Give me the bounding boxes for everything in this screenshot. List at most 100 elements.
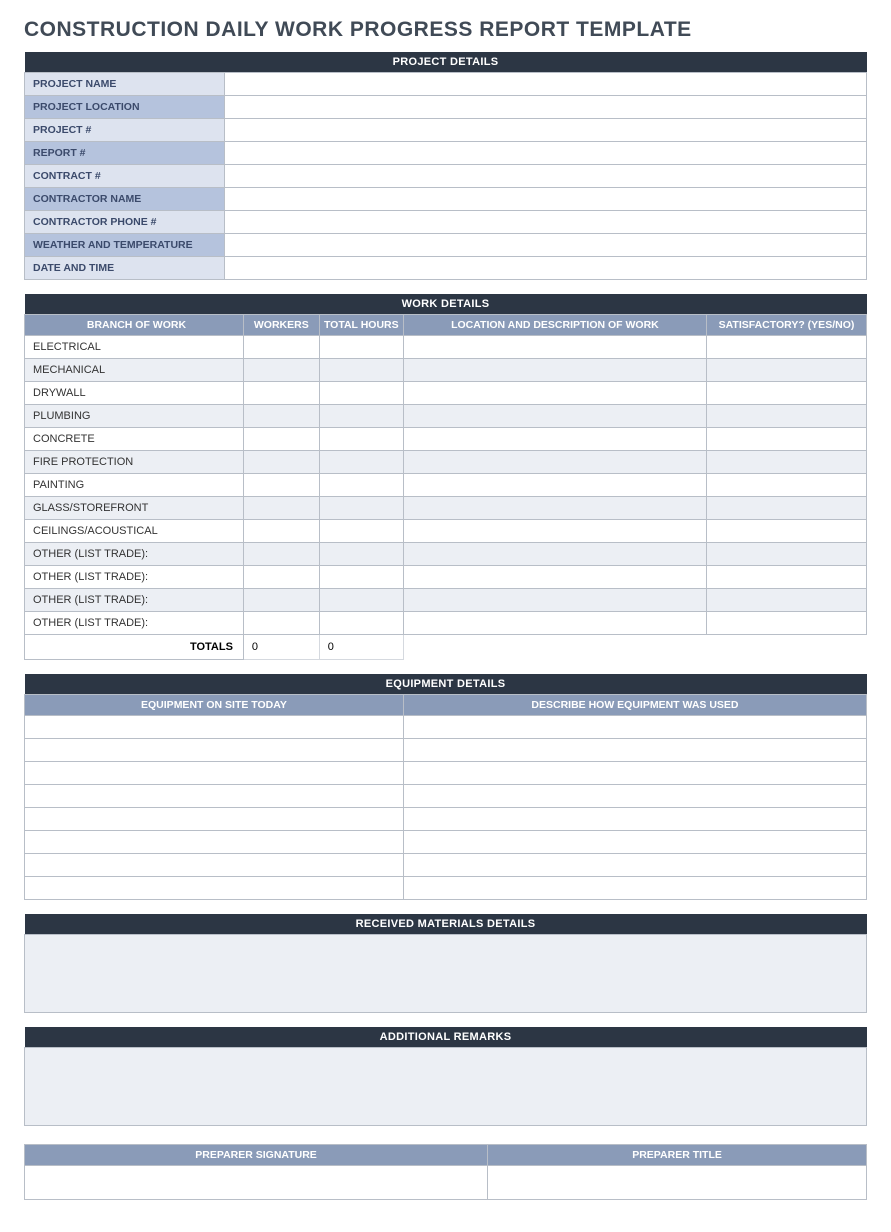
- equip-describe-cell[interactable]: [403, 854, 866, 877]
- work-cell-location[interactable]: [403, 497, 706, 520]
- work-cell-location[interactable]: [403, 612, 706, 635]
- project-field-value[interactable]: [225, 73, 867, 96]
- preparer-title-field[interactable]: [488, 1166, 867, 1200]
- table-row: OTHER (LIST TRADE):: [25, 566, 867, 589]
- work-cell-branch: CONCRETE: [25, 428, 244, 451]
- project-field-value[interactable]: [225, 257, 867, 280]
- work-cell-hours[interactable]: [319, 566, 403, 589]
- work-cell-location[interactable]: [403, 428, 706, 451]
- work-cell-workers[interactable]: [243, 451, 319, 474]
- work-cell-workers[interactable]: [243, 474, 319, 497]
- work-cell-satisfactory[interactable]: [707, 612, 867, 635]
- work-cell-workers[interactable]: [243, 428, 319, 451]
- work-cell-satisfactory[interactable]: [707, 405, 867, 428]
- work-cell-location[interactable]: [403, 589, 706, 612]
- work-cell-location[interactable]: [403, 405, 706, 428]
- work-cell-branch: OTHER (LIST TRADE):: [25, 612, 244, 635]
- work-cell-location[interactable]: [403, 520, 706, 543]
- equip-describe-cell[interactable]: [403, 762, 866, 785]
- table-row: FIRE PROTECTION: [25, 451, 867, 474]
- equip-onsite-cell[interactable]: [25, 854, 404, 877]
- work-cell-satisfactory[interactable]: [707, 451, 867, 474]
- work-cell-workers[interactable]: [243, 612, 319, 635]
- project-field-value[interactable]: [225, 119, 867, 142]
- project-field-value[interactable]: [225, 142, 867, 165]
- signature-table: PREPARER SIGNATURE PREPARER TITLE: [24, 1144, 867, 1200]
- work-cell-workers[interactable]: [243, 336, 319, 359]
- work-cell-satisfactory[interactable]: [707, 359, 867, 382]
- work-cell-hours[interactable]: [319, 359, 403, 382]
- work-cell-hours[interactable]: [319, 382, 403, 405]
- equip-col-describe: DESCRIBE HOW EQUIPMENT WAS USED: [403, 695, 866, 716]
- preparer-title-header: PREPARER TITLE: [488, 1145, 867, 1166]
- work-cell-hours[interactable]: [319, 451, 403, 474]
- project-field-label: CONTRACTOR PHONE #: [25, 211, 225, 234]
- preparer-signature-field[interactable]: [25, 1166, 488, 1200]
- equip-describe-cell[interactable]: [403, 785, 866, 808]
- work-cell-hours[interactable]: [319, 428, 403, 451]
- project-field-value[interactable]: [225, 165, 867, 188]
- work-cell-workers[interactable]: [243, 543, 319, 566]
- work-cell-location[interactable]: [403, 474, 706, 497]
- work-cell-hours[interactable]: [319, 405, 403, 428]
- work-cell-satisfactory[interactable]: [707, 497, 867, 520]
- work-cell-satisfactory[interactable]: [707, 382, 867, 405]
- equip-describe-cell[interactable]: [403, 716, 866, 739]
- work-cell-hours[interactable]: [319, 336, 403, 359]
- equip-onsite-cell[interactable]: [25, 785, 404, 808]
- totals-hours: 0: [319, 635, 403, 660]
- work-cell-location[interactable]: [403, 543, 706, 566]
- work-cell-workers[interactable]: [243, 497, 319, 520]
- work-cell-branch: OTHER (LIST TRADE):: [25, 589, 244, 612]
- additional-remarks-field[interactable]: [25, 1048, 867, 1126]
- equip-onsite-cell[interactable]: [25, 808, 404, 831]
- equip-onsite-cell[interactable]: [25, 762, 404, 785]
- work-cell-satisfactory[interactable]: [707, 566, 867, 589]
- table-row: [25, 716, 867, 739]
- equip-onsite-cell[interactable]: [25, 716, 404, 739]
- work-cell-workers[interactable]: [243, 589, 319, 612]
- work-details-header: WORK DETAILS: [25, 294, 867, 315]
- work-cell-satisfactory[interactable]: [707, 474, 867, 497]
- work-cell-location[interactable]: [403, 382, 706, 405]
- work-cell-hours[interactable]: [319, 474, 403, 497]
- table-row: CEILINGS/ACOUSTICAL: [25, 520, 867, 543]
- work-cell-workers[interactable]: [243, 405, 319, 428]
- work-col-header: SATISFACTORY? (YES/NO): [707, 315, 867, 336]
- work-cell-location[interactable]: [403, 566, 706, 589]
- work-cell-satisfactory[interactable]: [707, 428, 867, 451]
- project-field-value[interactable]: [225, 96, 867, 119]
- received-materials-table: RECEIVED MATERIALS DETAILS: [24, 914, 867, 1013]
- equip-col-onsite: EQUIPMENT ON SITE TODAY: [25, 695, 404, 716]
- work-cell-workers[interactable]: [243, 359, 319, 382]
- equip-describe-cell[interactable]: [403, 831, 866, 854]
- table-row: OTHER (LIST TRADE):: [25, 543, 867, 566]
- table-row: PAINTING: [25, 474, 867, 497]
- project-field-value[interactable]: [225, 211, 867, 234]
- project-field-value[interactable]: [225, 188, 867, 211]
- equip-describe-cell[interactable]: [403, 877, 866, 900]
- project-field-value[interactable]: [225, 234, 867, 257]
- work-cell-hours[interactable]: [319, 497, 403, 520]
- work-cell-satisfactory[interactable]: [707, 336, 867, 359]
- equip-onsite-cell[interactable]: [25, 831, 404, 854]
- work-cell-hours[interactable]: [319, 520, 403, 543]
- work-cell-hours[interactable]: [319, 612, 403, 635]
- work-cell-hours[interactable]: [319, 589, 403, 612]
- work-cell-satisfactory[interactable]: [707, 543, 867, 566]
- equip-describe-cell[interactable]: [403, 808, 866, 831]
- equip-onsite-cell[interactable]: [25, 877, 404, 900]
- received-materials-field[interactable]: [25, 935, 867, 1013]
- equip-describe-cell[interactable]: [403, 739, 866, 762]
- work-cell-workers[interactable]: [243, 520, 319, 543]
- equip-onsite-cell[interactable]: [25, 739, 404, 762]
- work-cell-location[interactable]: [403, 359, 706, 382]
- work-cell-satisfactory[interactable]: [707, 520, 867, 543]
- work-cell-location[interactable]: [403, 336, 706, 359]
- work-cell-location[interactable]: [403, 451, 706, 474]
- project-field-label: REPORT #: [25, 142, 225, 165]
- work-cell-hours[interactable]: [319, 543, 403, 566]
- work-cell-workers[interactable]: [243, 382, 319, 405]
- work-cell-satisfactory[interactable]: [707, 589, 867, 612]
- work-cell-workers[interactable]: [243, 566, 319, 589]
